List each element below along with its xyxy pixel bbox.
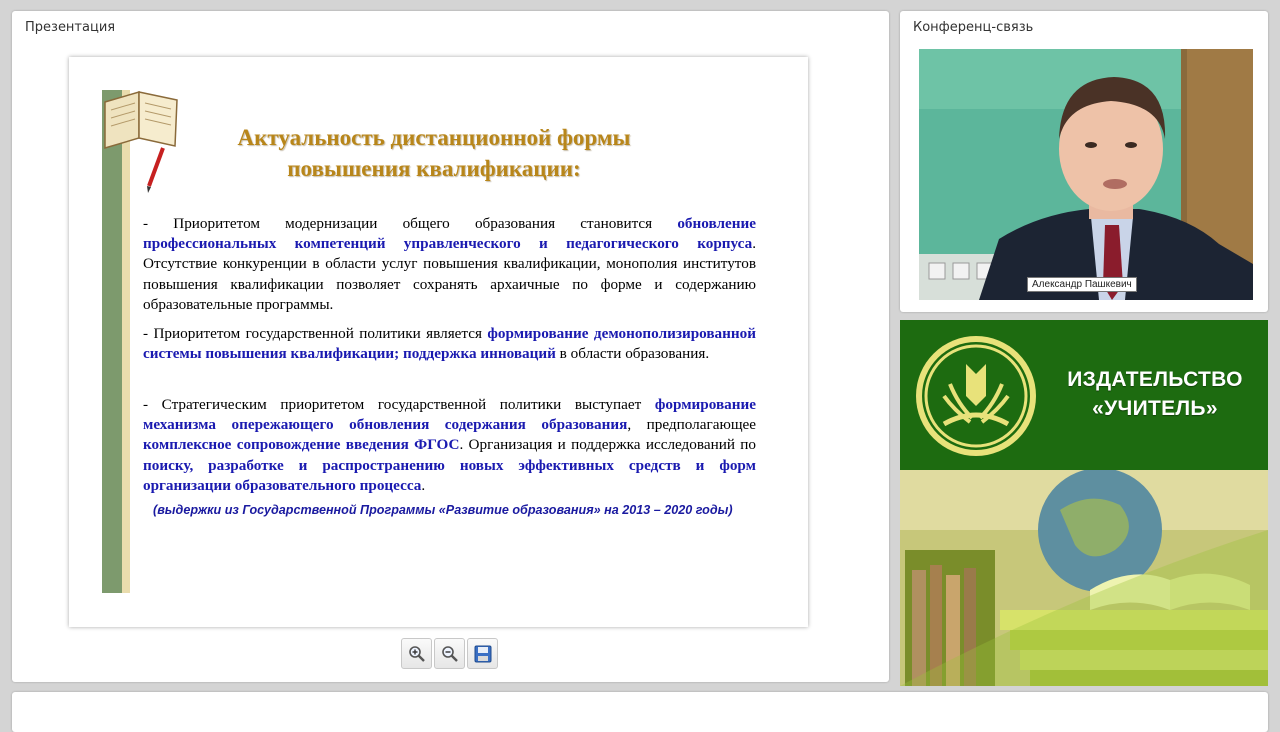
slide-paragraph-2: - Приоритетом государственной политики я…: [143, 324, 756, 364]
slide-paragraph-1: - Приоритетом модернизации общего образо…: [143, 214, 756, 315]
zoom-in-icon: [409, 646, 425, 662]
slide-paragraph-3: - Стратегическим приоритетом государстве…: [143, 395, 756, 496]
paragraph-text: , предполагающее: [627, 416, 756, 434]
publisher-logo: [916, 336, 1036, 456]
slide: Актуальность дистанционной формы повышен…: [69, 57, 808, 627]
slide-title-line1: Актуальность дистанционной формы: [237, 125, 631, 150]
banner-header: ИЗДАТЕЛЬСТВО «УЧИТЕЛЬ»: [900, 320, 1268, 470]
conference-panel-title: Конференц-связь: [913, 20, 1034, 35]
conference-panel: Конференц-связь Александр Пашкевич: [900, 11, 1268, 312]
paragraph-text: в области образования.: [555, 345, 710, 363]
banner-title-line1: ИЗДАТЕЛЬСТВО: [1067, 368, 1243, 391]
paragraph-text: - Приоритетом государственной политики я…: [143, 325, 488, 342]
bottom-panel: [12, 692, 1268, 732]
banner-books-globe-image: [900, 470, 1268, 686]
banner-title-line2: «УЧИТЕЛЬ»: [1092, 397, 1218, 420]
presentation-panel: Презентация Актуальность дистанционной ф…: [12, 11, 889, 682]
webcam-video[interactable]: Александр Пашкевич: [919, 49, 1253, 300]
paragraph-highlight: комплексное сопровождение введения ФГОС: [143, 436, 460, 454]
zoom-out-button[interactable]: [434, 638, 465, 669]
zoom-out-icon: [442, 646, 458, 662]
paragraph-text: .: [421, 476, 426, 494]
paragraph-text: - Стратегическим приоритетом государстве…: [143, 396, 655, 413]
zoom-in-button[interactable]: [401, 638, 432, 669]
speaker-name-badge: Александр Пашкевич: [1027, 277, 1137, 292]
publisher-banner[interactable]: ИЗДАТЕЛЬСТВО «УЧИТЕЛЬ»: [900, 320, 1268, 686]
presentation-panel-title: Презентация: [25, 20, 116, 35]
slide-source-note: (выдержки из Государственной Программы «…: [153, 503, 733, 517]
slide-title: Актуальность дистанционной формы повышен…: [199, 122, 669, 184]
paragraph-text: - Приоритетом модернизации общего образо…: [143, 215, 678, 232]
floppy-disk-icon: [474, 645, 492, 663]
slide-title-line2: повышения квалификации:: [287, 156, 581, 181]
paragraph-text: . Организация и поддержка исследований п…: [459, 436, 757, 454]
book-icon: [104, 90, 178, 193]
speaker-video-image: [919, 49, 1253, 300]
paragraph-highlight: поиску, разработке и распространению нов…: [143, 456, 756, 494]
save-button[interactable]: [467, 638, 498, 669]
